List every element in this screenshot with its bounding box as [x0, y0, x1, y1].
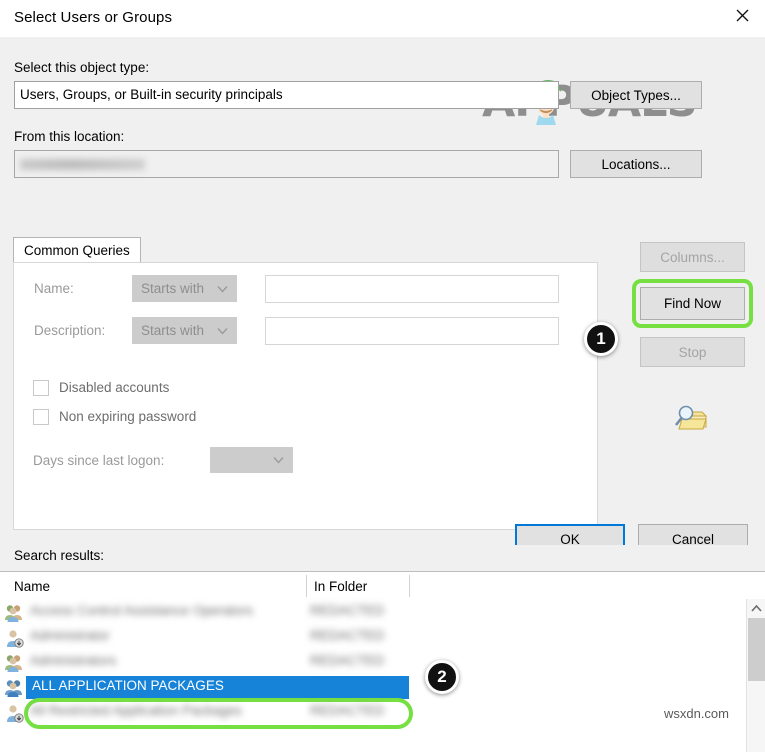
days-since-logon-combo[interactable] [210, 447, 293, 473]
disabled-accounts-checkbox[interactable] [33, 380, 49, 396]
user-icon [7, 630, 24, 648]
non-expiring-password-checkbox[interactable] [33, 409, 49, 425]
tab-strip: Common Queries [13, 237, 598, 263]
table-row[interactable]: Administrators REDACTED [0, 650, 735, 675]
scroll-up-button[interactable] [747, 599, 765, 617]
results-scrollbar[interactable] [746, 599, 765, 752]
result-folder: REDACTED [310, 603, 385, 618]
table-row[interactable]: Access Control Assistance Operators REDA… [0, 600, 735, 625]
chevron-down-icon [273, 457, 284, 464]
columns-button[interactable]: Columns... [640, 242, 745, 272]
result-folder: REDACTED [310, 628, 385, 643]
column-header-name[interactable]: Name [14, 572, 304, 600]
user-icon [7, 705, 24, 723]
result-name: All Restricted Application Packages [30, 703, 242, 718]
chevron-down-icon [217, 285, 228, 292]
scrollbar-thumb[interactable] [748, 618, 765, 681]
annotation-badge-2: 2 [425, 660, 459, 694]
select-users-or-groups-dialog: Select Users or Groups APPUALS [0, 0, 765, 752]
title-bar: Select Users or Groups [0, 0, 765, 37]
locations-button[interactable]: Locations... [570, 150, 702, 178]
group-icon [5, 655, 22, 672]
dialog-content: APPUALS Select this object type: Users, … [0, 37, 765, 554]
window-title: Select Users or Groups [14, 9, 173, 26]
result-name: Administrator [30, 628, 110, 643]
group-icon [5, 680, 22, 697]
search-results-area: Search results: Name In Folder Access Co… [0, 545, 765, 752]
result-name: Administrators [30, 653, 117, 668]
description-operator-value: Starts with [141, 323, 205, 338]
column-divider[interactable] [306, 575, 307, 597]
column-divider[interactable] [409, 575, 410, 597]
name-operator-value: Starts with [141, 281, 205, 296]
description-value-input[interactable] [265, 317, 559, 345]
non-expiring-password-label: Non expiring password [59, 409, 197, 424]
search-results-label: Search results: [14, 548, 105, 563]
table-row[interactable]: All Restricted Application Packages REDA… [0, 700, 735, 725]
location-label: From this location: [14, 129, 125, 144]
result-folder: REDACTED [310, 703, 385, 718]
name-value-input[interactable] [265, 275, 559, 303]
common-queries-panel: Name: Starts with Description: Starts wi… [13, 262, 598, 530]
object-types-button[interactable]: Object Types... [570, 81, 702, 109]
close-icon [736, 9, 748, 22]
location-field[interactable] [14, 150, 559, 178]
search-folder-icon [674, 405, 708, 430]
annotation-badge-1: 1 [584, 322, 618, 356]
results-list[interactable]: Name In Folder Access Control Assistance… [0, 571, 765, 752]
chevron-up-icon [750, 604, 762, 612]
description-label: Description: [34, 323, 106, 338]
result-folder: REDACTED [310, 653, 385, 668]
name-label: Name: [34, 281, 74, 296]
object-type-label: Select this object type: [14, 60, 150, 75]
find-now-button[interactable]: Find Now [640, 287, 745, 320]
result-name: ALL APPLICATION PACKAGES [32, 678, 224, 693]
tab-common-queries[interactable]: Common Queries [13, 237, 141, 263]
table-row[interactable]: Administrator REDACTED [0, 625, 735, 650]
selected-result-row[interactable]: ALL APPLICATION PACKAGES [0, 675, 735, 700]
group-icon [5, 605, 22, 622]
name-operator-combo[interactable]: Starts with [132, 275, 237, 302]
result-name: Access Control Assistance Operators [30, 603, 253, 618]
close-button[interactable] [719, 0, 765, 31]
chevron-down-icon [217, 327, 228, 334]
disabled-accounts-label: Disabled accounts [59, 380, 170, 395]
results-header-strip [0, 545, 765, 571]
column-header-in-folder[interactable]: In Folder [314, 572, 406, 600]
object-type-field[interactable]: Users, Groups, or Built-in security prin… [14, 81, 559, 109]
days-since-logon-label: Days since last logon: [33, 453, 165, 468]
description-operator-combo[interactable]: Starts with [132, 317, 237, 344]
site-watermark: wsxdn.com [663, 706, 729, 721]
location-value-redacted [20, 158, 145, 170]
stop-button[interactable]: Stop [640, 337, 745, 367]
